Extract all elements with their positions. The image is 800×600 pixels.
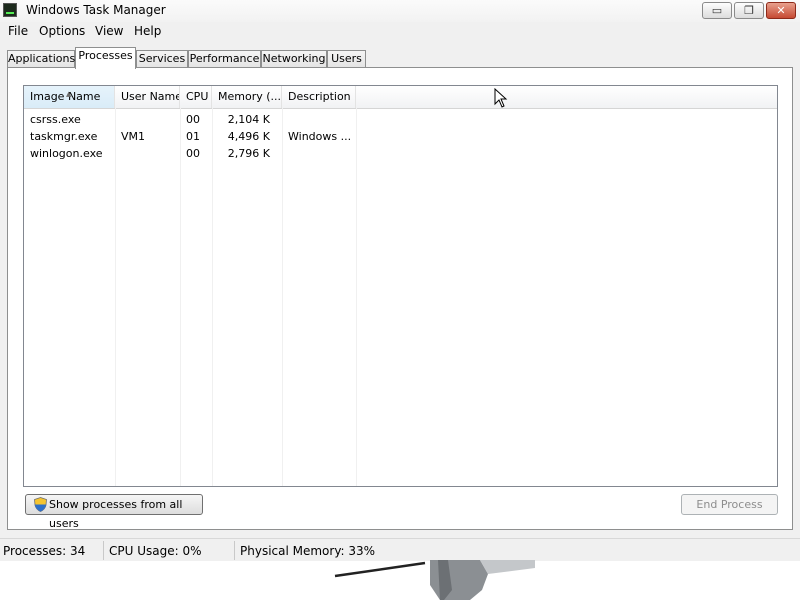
cell-memory: 4,496 K <box>227 130 270 143</box>
desktop-background-object <box>334 560 535 600</box>
process-row-csrss[interactable]: csrss.exe 00 2,104 K <box>24 111 777 128</box>
process-row-winlogon[interactable]: winlogon.exe 00 2,796 K <box>24 145 777 162</box>
tab-performance[interactable]: Performance <box>188 50 261 68</box>
process-row-taskmgr[interactable]: taskmgr.exe VM1 01 4,496 K Windows ... <box>24 128 777 145</box>
column-memory-label: Memory (... <box>218 90 282 103</box>
tab-strip: Applications Processes Services Performa… <box>0 46 800 69</box>
cell-user-name <box>115 145 180 162</box>
column-divider <box>282 108 283 486</box>
cell-image-name: taskmgr.exe <box>30 130 98 143</box>
status-divider <box>103 541 104 560</box>
cell-description: Windows ... <box>288 130 352 143</box>
menu-help[interactable]: Help <box>132 24 163 38</box>
cell-cpu: 01 <box>186 130 200 143</box>
column-user-name[interactable]: User Name <box>115 86 180 108</box>
tab-services[interactable]: Services <box>136 50 188 68</box>
title-bar[interactable]: Windows Task Manager ▭ ❐ ✕ <box>0 0 800 22</box>
menu-view[interactable]: View <box>93 24 125 38</box>
task-manager-app-icon[interactable] <box>3 3 17 17</box>
column-user-name-label: User Name <box>121 90 180 103</box>
maximize-button[interactable]: ❐ <box>734 2 764 19</box>
column-divider <box>180 108 181 486</box>
column-memory[interactable]: Memory (... <box>212 86 282 108</box>
mouse-cursor-icon <box>494 88 508 108</box>
menu-file[interactable]: File <box>6 24 30 38</box>
tab-networking[interactable]: Networking <box>261 50 327 68</box>
cell-cpu: 00 <box>186 113 200 126</box>
cell-memory: 2,796 K <box>227 147 270 160</box>
column-image-name[interactable]: ▲ Image Name <box>24 86 115 108</box>
cell-description <box>282 145 356 162</box>
cell-user-name: VM1 <box>121 130 146 143</box>
uac-shield-icon <box>34 497 47 512</box>
column-cpu-label: CPU <box>186 90 209 103</box>
menu-options[interactable]: Options <box>37 24 87 38</box>
column-divider <box>212 108 213 486</box>
column-header-row: ▲ Image Name User Name CPU Memory (... D… <box>24 86 777 109</box>
tab-users[interactable]: Users <box>327 50 366 68</box>
window-title: Windows Task Manager <box>26 3 166 17</box>
task-manager-window: Windows Task Manager ▭ ❐ ✕ File Options … <box>0 0 800 561</box>
cell-cpu: 00 <box>186 147 200 160</box>
tab-processes[interactable]: Processes <box>75 47 136 69</box>
end-process-button[interactable]: End Process <box>681 494 778 515</box>
sort-ascending-icon: ▲ <box>66 90 72 98</box>
status-cpu-usage: CPU Usage: 0% <box>109 544 202 558</box>
column-description[interactable]: Description <box>282 86 356 108</box>
cell-image-name: winlogon.exe <box>30 147 103 160</box>
desktop: Windows Task Manager ▭ ❐ ✕ File Options … <box>0 0 800 600</box>
cell-image-name: csrss.exe <box>30 113 81 126</box>
minimize-button[interactable]: ▭ <box>702 2 732 19</box>
close-button[interactable]: ✕ <box>766 2 796 19</box>
status-divider <box>234 541 235 560</box>
cell-description <box>282 111 356 128</box>
process-list[interactable]: ▲ Image Name User Name CPU Memory (... D… <box>23 85 778 487</box>
column-description-label: Description <box>288 90 351 103</box>
status-bar: Processes: 34 CPU Usage: 0% Physical Mem… <box>0 538 800 561</box>
status-physical-memory: Physical Memory: 33% <box>240 544 376 558</box>
tab-applications[interactable]: Applications <box>7 50 75 68</box>
cell-memory: 2,104 K <box>227 113 270 126</box>
menu-bar: File Options View Help <box>0 22 800 42</box>
column-divider <box>356 108 357 486</box>
status-processes: Processes: 34 <box>3 544 86 558</box>
cell-user-name <box>115 111 180 128</box>
show-all-processes-button[interactable]: Show processes from all users <box>25 494 203 530</box>
column-cpu[interactable]: CPU <box>180 86 212 108</box>
column-divider <box>115 108 116 486</box>
